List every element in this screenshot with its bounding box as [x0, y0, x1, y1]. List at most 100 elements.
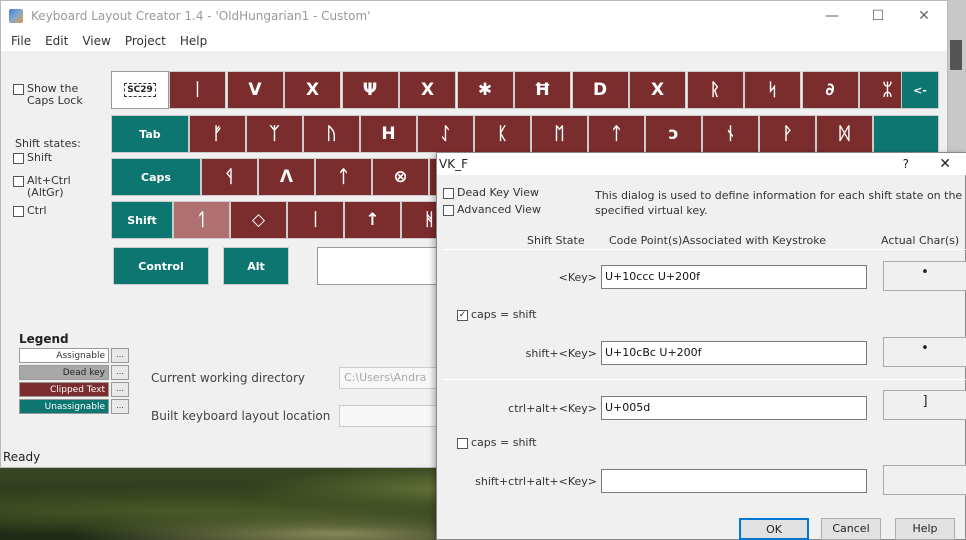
- window-title: Keyboard Layout Creator 1.4 - 'OldHungar…: [31, 9, 371, 23]
- caps-shift-checkbox-1[interactable]: ✓: [457, 310, 468, 321]
- vk-dialog: VK_F ? ✕ Dead Key View Advanced View Thi…: [436, 152, 966, 540]
- key-row1-3[interactable]: Ψ: [341, 71, 399, 109]
- divider-2: [443, 379, 966, 380]
- close-button[interactable]: ✕: [901, 1, 947, 31]
- maximize-button[interactable]: ☐: [855, 1, 901, 31]
- key-row1-7[interactable]: D: [571, 71, 629, 109]
- legend-color-button-0[interactable]: ...: [111, 348, 129, 363]
- dialog-close-button[interactable]: ✕: [939, 153, 951, 175]
- legend-color-button-2[interactable]: ...: [111, 382, 129, 397]
- shift-ctrl-alt-key-codepoint-input[interactable]: [601, 469, 867, 493]
- control-key[interactable]: Control: [113, 247, 209, 285]
- shift-key-codepoint-input[interactable]: U+10cBc U+200f: [601, 341, 867, 365]
- key-row2-8[interactable]: ↄ: [645, 115, 702, 153]
- key-row1-4[interactable]: X: [399, 71, 456, 109]
- key-row4-1[interactable]: ◇: [230, 201, 287, 239]
- row-shift-ctrl-alt-key-label: shift+ctrl+alt+<Key>: [475, 475, 597, 488]
- menu-file[interactable]: File: [11, 34, 31, 48]
- key-row1-5[interactable]: ✱: [456, 71, 514, 109]
- key-row4-3[interactable]: ↑: [344, 201, 401, 239]
- ok-button[interactable]: OK: [739, 518, 809, 540]
- dead-key-view-row[interactable]: Dead Key View: [443, 187, 539, 199]
- advanced-view-label: Advanced View: [457, 203, 541, 216]
- show-caps-lock-checkbox[interactable]: [13, 84, 24, 95]
- key-row2-4[interactable]: ᛇ: [417, 115, 474, 153]
- key-row2-1[interactable]: ᛉ: [246, 115, 303, 153]
- caps-shift-checkbox-2[interactable]: [457, 438, 468, 449]
- built-location-field[interactable]: [339, 405, 439, 427]
- show-caps-lock-row[interactable]: Show the Caps Lock: [13, 83, 93, 107]
- key-row3-1[interactable]: Λ: [258, 158, 315, 196]
- shift-ctrl-alt-key-actual-char: [883, 465, 966, 495]
- key-row3-2[interactable]: ᛏ: [315, 158, 372, 196]
- key-row1-6[interactable]: Ħ: [514, 71, 571, 109]
- row-ctrl-alt-key-label: ctrl+alt+<Key>: [508, 402, 597, 415]
- key-row2-11[interactable]: ᛞ: [816, 115, 873, 153]
- key-row2-9[interactable]: ᚾ: [702, 115, 759, 153]
- legend-color-button-3[interactable]: ...: [111, 399, 129, 414]
- caps-key[interactable]: Caps: [111, 158, 201, 196]
- key-row2-5[interactable]: ᛕ: [474, 115, 531, 153]
- advanced-view-row[interactable]: Advanced View: [443, 204, 541, 216]
- key-row2-6[interactable]: ᛖ: [531, 115, 588, 153]
- row-key-label: <Key>: [558, 271, 597, 284]
- ctrl-checkbox[interactable]: [13, 206, 24, 217]
- key-row2-10[interactable]: ᚹ: [759, 115, 816, 153]
- key-row2-end[interactable]: [873, 115, 939, 153]
- caps-shift-row-1[interactable]: ✓ caps = shift: [457, 309, 536, 321]
- shift-checkbox[interactable]: [13, 153, 24, 164]
- alt-key[interactable]: Alt: [223, 247, 289, 285]
- cwd-label: Current working directory: [151, 371, 305, 385]
- help-button[interactable]: Help: [895, 518, 955, 540]
- key-row2-7[interactable]: ᛏ: [588, 115, 645, 153]
- key-row4-2[interactable]: ᛁ: [287, 201, 344, 239]
- dialog-help-button[interactable]: ?: [903, 153, 909, 175]
- key-row2-2[interactable]: ᚢ: [303, 115, 360, 153]
- key-row2-0[interactable]: ᚠ: [189, 115, 246, 153]
- caps-shift-row-2[interactable]: caps = shift: [457, 437, 536, 449]
- shift-key-actual-char: •: [883, 337, 966, 367]
- key-row3-0[interactable]: ᛩ: [201, 158, 258, 196]
- legend-item-3: Unassignable: [19, 399, 109, 414]
- key-row1-0[interactable]: ᛁ: [169, 71, 226, 109]
- legend-item-2: Clipped Text: [19, 382, 109, 397]
- menu-edit[interactable]: Edit: [45, 34, 68, 48]
- menu-help[interactable]: Help: [180, 34, 207, 48]
- key-sc29[interactable]: SC29: [111, 71, 169, 109]
- col-code-points: Code Point(s)Associated with Keystroke: [609, 234, 826, 247]
- key-row1-10[interactable]: ᛋ: [744, 71, 801, 109]
- key-row3-3[interactable]: ⊗: [372, 158, 429, 196]
- menu-project[interactable]: Project: [125, 34, 166, 48]
- ctrl-row[interactable]: Ctrl: [13, 205, 47, 217]
- dead-key-view-label: Dead Key View: [457, 186, 540, 199]
- shift-row[interactable]: Shift: [13, 152, 52, 164]
- key-row4-0[interactable]: ᛐ: [173, 201, 230, 239]
- altctrl-row[interactable]: Alt+Ctrl (AltGr): [13, 175, 91, 199]
- caps-shift-label-1: caps = shift: [471, 308, 537, 321]
- key-codepoint-input[interactable]: U+10ccc U+200f: [601, 265, 867, 289]
- key-row1-8[interactable]: X: [629, 71, 686, 109]
- key-row1-11[interactable]: ∂: [801, 71, 859, 109]
- menu-view[interactable]: View: [82, 34, 110, 48]
- shift-key[interactable]: Shift: [111, 201, 173, 239]
- minimize-button[interactable]: —: [809, 1, 855, 31]
- dead-key-view-checkbox[interactable]: [443, 188, 454, 199]
- advanced-view-checkbox[interactable]: [443, 205, 454, 216]
- ctrl-alt-key-codepoint-input[interactable]: U+005d: [601, 396, 867, 420]
- legend-color-button-1[interactable]: ...: [111, 365, 129, 380]
- col-shift-state: Shift State: [527, 234, 585, 247]
- legend-item-1: Dead key: [19, 365, 109, 380]
- cancel-button[interactable]: Cancel: [821, 518, 881, 540]
- show-caps-lock-label: Show the Caps Lock: [27, 82, 83, 107]
- backspace-key[interactable]: <-: [901, 71, 939, 109]
- key-row1-1[interactable]: V: [226, 71, 284, 109]
- key-row1-9[interactable]: ᚱ: [686, 71, 744, 109]
- key-row2-3[interactable]: H: [360, 115, 417, 153]
- altctrl-checkbox[interactable]: [13, 176, 24, 187]
- cwd-field[interactable]: C:\Users\Andra: [339, 367, 439, 389]
- tab-key[interactable]: Tab: [111, 115, 189, 153]
- space-key[interactable]: [317, 247, 437, 285]
- key-row1-2[interactable]: X: [284, 71, 341, 109]
- key-sc29-label: SC29: [124, 83, 156, 97]
- caps-shift-label-2: caps = shift: [471, 436, 537, 449]
